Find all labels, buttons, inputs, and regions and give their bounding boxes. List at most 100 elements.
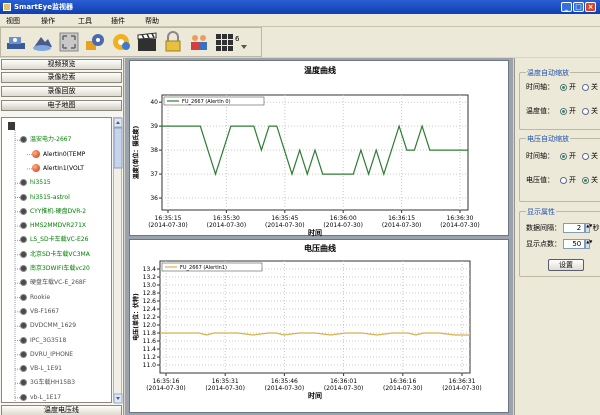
tree-item[interactable]: 南京3DWIFI车载vc20 bbox=[20, 264, 90, 274]
temp-value-off-radio[interactable] bbox=[582, 107, 589, 115]
film-clapper-icon[interactable] bbox=[136, 31, 158, 53]
voltage-chart-panel: 电压曲线 11.0 11.2 11.4 11.6 11.8 12.0 12.2 12.4 12.… bbox=[129, 239, 509, 413]
off-label: 关 bbox=[591, 107, 598, 115]
camera-icon bbox=[20, 250, 27, 258]
camera-icon bbox=[20, 307, 27, 315]
tree-item[interactable]: 温安电力-2667 bbox=[20, 135, 71, 145]
nav-video-preview[interactable]: 视频预览 bbox=[1, 59, 122, 70]
tree-item[interactable]: 北京SD卡车载VC3MA bbox=[20, 250, 90, 260]
users-icon[interactable] bbox=[188, 31, 210, 53]
volt-time-axis-on-radio[interactable] bbox=[560, 152, 567, 160]
interval-stepper[interactable]: ▲▼ bbox=[585, 223, 592, 233]
tree-item-label: DVRU_IPHONE bbox=[30, 350, 74, 358]
tree-item[interactable]: 3G车载HH15B3 bbox=[20, 378, 75, 388]
points-input[interactable]: 50 bbox=[563, 239, 586, 249]
nav-record-playback[interactable]: 录像回放 bbox=[1, 86, 122, 97]
points-row: 显示点数： 50 ▲▼ bbox=[526, 239, 592, 249]
temp-auto-scale-group: 温度自动缩放 时间轴：开关 温度值：开关 bbox=[519, 68, 600, 130]
tree-item[interactable]: VB-L_1E91 bbox=[20, 364, 62, 374]
y-tick-label: 36 bbox=[150, 195, 158, 202]
points-stepper[interactable]: ▲▼ bbox=[585, 239, 592, 249]
tree-item[interactable]: DVDCMM_1629 bbox=[20, 321, 76, 331]
fullscreen-icon[interactable] bbox=[58, 31, 80, 53]
cloud-icon[interactable] bbox=[31, 31, 53, 53]
x-tick-label: 16:36:15 bbox=[388, 215, 415, 222]
x-tick-label: 16:36:30 bbox=[447, 215, 474, 222]
temperature-chart: 363738394016:35:15(2014-07-30)16:35:30(2… bbox=[132, 94, 480, 237]
volt-value-row: 电压值： 开 关 bbox=[526, 175, 598, 185]
interval-row: 数据间隔： 2 ▲▼ 秒 bbox=[526, 223, 599, 233]
gear-icon[interactable] bbox=[110, 31, 132, 53]
temp-auto-scale-label: 温度自动缩放 bbox=[526, 68, 570, 78]
menu-view[interactable]: 视图 bbox=[6, 16, 20, 26]
tree-item[interactable]: 硬盘车载VC-E_268F bbox=[20, 278, 86, 288]
tree-item[interactable]: hi3515 bbox=[20, 178, 51, 188]
temp-time-axis-on-radio[interactable] bbox=[560, 83, 567, 91]
x-tick-label: 16:36:01 bbox=[330, 378, 357, 385]
temp-value-on-radio[interactable] bbox=[560, 107, 567, 115]
volt-time-axis-label: 时间轴： bbox=[526, 152, 554, 160]
gear-icon[interactable] bbox=[84, 31, 106, 53]
set-button[interactable]: 设置 bbox=[548, 259, 584, 271]
tree-connector-lines bbox=[14, 130, 32, 402]
x-tick-date-label: (2014-07-30) bbox=[205, 385, 245, 392]
y-tick-label: 13.0 bbox=[143, 282, 157, 289]
on-label: 开 bbox=[569, 83, 576, 91]
x-tick-date-label: (2014-07-30) bbox=[265, 222, 305, 229]
interval-input[interactable]: 2 bbox=[563, 223, 586, 233]
device-tree[interactable]: 温安电力-2667 AlertIn0(TEMP AlertIn1(VOLT hi351… bbox=[1, 117, 112, 403]
camera-icon bbox=[20, 350, 27, 358]
nav-emap[interactable]: 电子地图 bbox=[1, 100, 122, 111]
x-tick-date-label: (2014-07-30) bbox=[207, 222, 247, 229]
x-tick-date-label: (2014-07-30) bbox=[265, 385, 305, 392]
volt-time-axis-off-radio[interactable] bbox=[582, 152, 589, 160]
tree-item[interactable]: DVRU_IPHONE bbox=[20, 350, 73, 360]
on-label: 开 bbox=[569, 176, 576, 184]
tree-item[interactable]: hi3515-astrol bbox=[20, 193, 70, 203]
menu-tools[interactable]: 工具 bbox=[78, 16, 92, 26]
tree-item[interactable]: HMS2MMDVR271X bbox=[20, 221, 86, 231]
chart-area: 温度曲线 36 37 38 39 40 16:35:15 (2014-07-30) 16:35… bbox=[125, 58, 513, 415]
tree-item-label: AlertIn0(TEMP bbox=[43, 150, 86, 158]
x-tick-label: 16:35:45 bbox=[271, 215, 298, 222]
tree-item[interactable] bbox=[8, 121, 18, 131]
tree-item[interactable]: VB-F1667 bbox=[20, 307, 59, 317]
camera-icon bbox=[20, 379, 27, 387]
tree-item[interactable]: AlertIn0(TEMP bbox=[32, 150, 85, 160]
volt-auto-scale-label: 电压自动缩放 bbox=[526, 134, 570, 144]
grid-icon[interactable]: 6 bbox=[214, 31, 248, 53]
minimize-button[interactable]: _ bbox=[561, 2, 572, 12]
tree-item-label: hi3515-astrol bbox=[30, 193, 70, 201]
tree-item[interactable]: CYY推机-硬盘DVR-2 bbox=[20, 207, 86, 217]
alarm-icon bbox=[32, 150, 40, 159]
scrollbar-arrows bbox=[113, 117, 123, 404]
menu-help[interactable]: 帮助 bbox=[145, 16, 159, 26]
close-button[interactable]: × bbox=[585, 2, 596, 12]
menu-operate[interactable]: 操作 bbox=[41, 16, 55, 26]
app-icon bbox=[3, 3, 11, 11]
points-label: 显示点数： bbox=[526, 240, 561, 248]
tree-item[interactable]: IPC_3G3518 bbox=[20, 336, 66, 346]
tree-item[interactable]: Rookie bbox=[20, 293, 50, 303]
maximize-button[interactable]: □ bbox=[573, 2, 584, 12]
y-tick-label: 12.6 bbox=[143, 298, 157, 305]
plot-area bbox=[161, 94, 469, 211]
camera-icon bbox=[20, 293, 27, 301]
camera-icon[interactable] bbox=[5, 31, 27, 53]
voltage-chart: 11.011.211.411.611.812.012.212.412.612.8… bbox=[132, 260, 482, 400]
volt-value-off-radio[interactable] bbox=[582, 176, 589, 184]
tree-item[interactable]: vb-L_1E17 bbox=[20, 393, 61, 402]
menu-plugins[interactable]: 插件 bbox=[111, 16, 125, 26]
nav-temp-volt-curve[interactable]: 温度电压线 bbox=[1, 405, 122, 415]
lock-icon[interactable] bbox=[162, 31, 184, 53]
tree-scrollbar[interactable] bbox=[113, 117, 123, 404]
volt-value-on-radio[interactable] bbox=[560, 176, 567, 184]
temp-time-axis-off-radio[interactable] bbox=[582, 83, 589, 91]
tree-item-label: VB-L_1E91 bbox=[30, 365, 62, 373]
tree-item[interactable]: AlertIn1(VOLT bbox=[32, 164, 84, 174]
x-tick-date-label: (2014-07-30) bbox=[442, 385, 482, 392]
tree-item[interactable]: LS_SD卡车载VC-E26 bbox=[20, 235, 88, 245]
nav-record-search[interactable]: 录像检索 bbox=[1, 72, 122, 83]
volt-value-label: 电压值： bbox=[526, 176, 554, 184]
x-tick-date-label: (2014-07-30) bbox=[382, 222, 422, 229]
